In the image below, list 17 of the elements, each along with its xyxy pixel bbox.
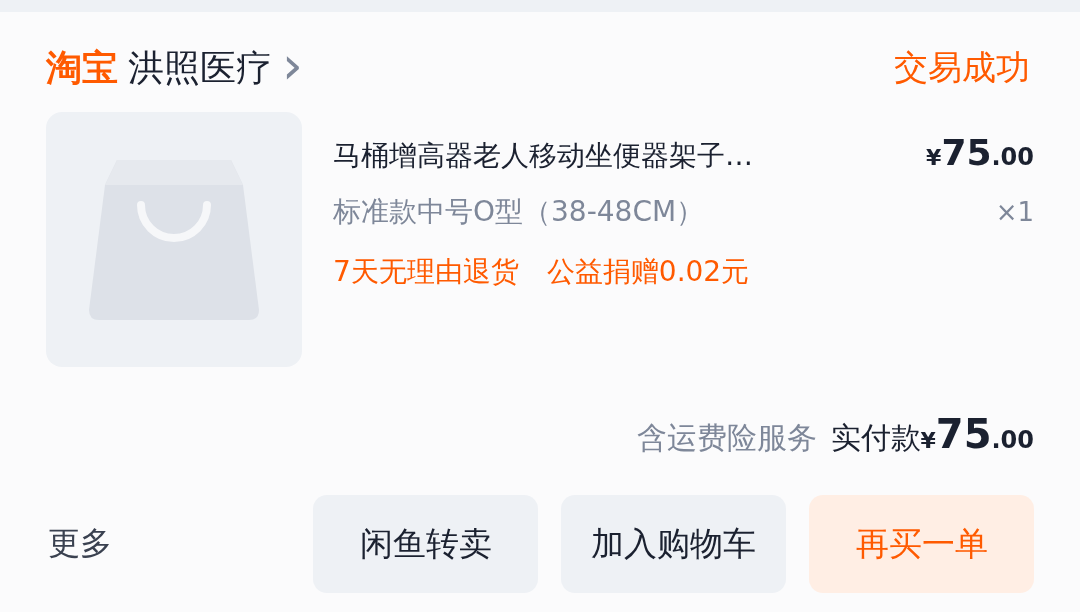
service-tag: 公益捐赠0.02元 xyxy=(546,253,750,291)
order-status: 交易成功 xyxy=(894,46,1030,89)
paid-label: 实付款 xyxy=(830,419,921,457)
item-price: ¥75.00 xyxy=(926,132,1034,173)
product-title[interactable]: 马桶增高器老人移动坐便器架子… xyxy=(333,137,753,175)
action-button[interactable]: 闲鱼转卖 xyxy=(313,495,538,593)
insurance-note: 含运费险服务 xyxy=(636,419,817,457)
service-tag: 7天无理由退货 xyxy=(333,253,519,291)
platform-logo: 淘宝 xyxy=(46,45,118,90)
shop-name[interactable]: 洪照医疗 xyxy=(128,43,272,93)
shopping-bag-icon xyxy=(89,159,259,320)
product-thumbnail[interactable] xyxy=(46,112,302,367)
more-link[interactable]: 更多 xyxy=(48,522,112,566)
action-button[interactable]: 加入购物车 xyxy=(561,495,786,593)
product-variant: 标准款中号O型（38-48CM） xyxy=(333,194,705,230)
item-quantity: ×1 xyxy=(995,197,1034,227)
paid-amount: ¥75.00 xyxy=(920,411,1034,457)
